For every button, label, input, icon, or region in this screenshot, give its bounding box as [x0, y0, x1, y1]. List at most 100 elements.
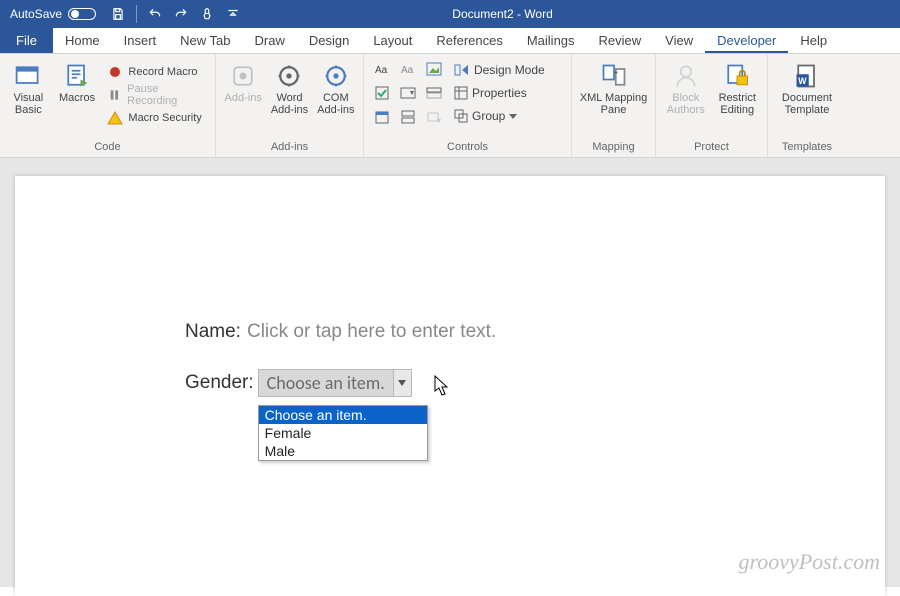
- com-addins-button[interactable]: COM Add-ins: [315, 58, 357, 116]
- properties-button[interactable]: Properties: [454, 83, 545, 103]
- combobox-control-icon[interactable]: [396, 82, 420, 104]
- picture-control-icon[interactable]: [422, 58, 446, 80]
- block-authors-button: Block Authors: [662, 58, 710, 116]
- pause-icon: [107, 87, 122, 103]
- group-addins-label: Add-ins: [222, 138, 357, 157]
- toggle-switch[interactable]: [68, 8, 96, 20]
- tab-help[interactable]: Help: [788, 28, 839, 53]
- group-code: Visual Basic Macros Record Macro Pause R…: [0, 54, 216, 157]
- macro-security-button[interactable]: Macro Security: [103, 108, 209, 128]
- chevron-down-icon: [509, 112, 517, 120]
- title-bar: AutoSave Document2 - Word: [0, 0, 900, 28]
- ribbon: Visual Basic Macros Record Macro Pause R…: [0, 54, 900, 158]
- name-label: Name:: [185, 321, 241, 343]
- group-controls: Aa Aa Design Mode Properties: [364, 54, 572, 157]
- group-controls-label: Controls: [370, 138, 565, 157]
- record-icon: [107, 64, 123, 80]
- group-addins: Add-ins Word Add-ins COM Add-ins Add-ins: [216, 54, 364, 157]
- quick-access-toolbar: [106, 3, 245, 25]
- watermark: groovyPost.com: [738, 549, 880, 575]
- legacy-tools-icon[interactable]: [422, 106, 446, 128]
- tab-home[interactable]: Home: [53, 28, 112, 53]
- visual-basic-label: Visual Basic: [6, 92, 51, 116]
- ribbon-tabs: File Home Insert New Tab Draw Design Lay…: [0, 28, 900, 54]
- properties-icon: [454, 86, 468, 100]
- word-addins-button[interactable]: Word Add-ins: [268, 58, 310, 116]
- gender-label: Gender:: [185, 372, 254, 394]
- tab-review[interactable]: Review: [587, 28, 654, 53]
- group-mapping: XML Mapping Pane Mapping: [572, 54, 656, 157]
- dropdown-control-icon[interactable]: [422, 82, 446, 104]
- tab-developer[interactable]: Developer: [705, 28, 788, 53]
- toggle-knob: [71, 10, 79, 18]
- repeating-control-icon[interactable]: [396, 106, 420, 128]
- macros-icon: [63, 62, 91, 90]
- tab-draw[interactable]: Draw: [243, 28, 297, 53]
- group-protect-label: Protect: [662, 138, 761, 157]
- tab-file[interactable]: File: [0, 28, 53, 53]
- gender-dropdown-list[interactable]: Choose an item. Female Male: [258, 405, 428, 461]
- name-field-row: Name: Click or tap here to enter text.: [185, 321, 885, 343]
- addins-icon: [229, 62, 257, 90]
- tab-mailings[interactable]: Mailings: [515, 28, 587, 53]
- redo-icon[interactable]: [169, 3, 193, 25]
- restrict-editing-icon: [723, 62, 751, 90]
- richtext-control-icon[interactable]: Aa: [370, 58, 394, 80]
- document-template-button[interactable]: W Document Template: [774, 58, 840, 116]
- word-addins-icon: [275, 62, 303, 90]
- tab-newtab[interactable]: New Tab: [168, 28, 242, 53]
- undo-icon[interactable]: [143, 3, 167, 25]
- design-mode-icon: [454, 63, 470, 77]
- autosave-label: AutoSave: [10, 7, 62, 21]
- chevron-down-icon: [398, 379, 406, 387]
- dropdown-option[interactable]: Choose an item.: [259, 406, 427, 424]
- xml-mapping-icon: [600, 62, 628, 90]
- pause-recording-button: Pause Recording: [103, 85, 209, 105]
- svg-text:Aa: Aa: [375, 65, 388, 76]
- warning-icon: [107, 110, 123, 126]
- svg-text:W: W: [798, 76, 807, 86]
- dropdown-option[interactable]: Female: [259, 424, 427, 442]
- record-macro-button[interactable]: Record Macro: [103, 62, 209, 82]
- design-mode-toggle[interactable]: Design Mode: [454, 60, 545, 80]
- tab-design[interactable]: Design: [297, 28, 361, 53]
- autosave-toggle[interactable]: AutoSave: [0, 7, 106, 21]
- xml-mapping-button[interactable]: XML Mapping Pane: [578, 58, 649, 116]
- document-template-icon: W: [793, 62, 821, 90]
- com-addins-icon: [322, 62, 350, 90]
- tab-layout[interactable]: Layout: [361, 28, 424, 53]
- date-control-icon[interactable]: [370, 106, 394, 128]
- save-icon[interactable]: [106, 3, 130, 25]
- gender-field-row: Gender: Choose an item. Choose an item. …: [185, 369, 885, 397]
- block-authors-icon: [672, 62, 700, 90]
- plaintext-control-icon[interactable]: Aa: [396, 58, 420, 80]
- gender-combobox[interactable]: Choose an item.: [258, 369, 412, 397]
- svg-text:Aa: Aa: [401, 65, 414, 76]
- group-code-label: Code: [6, 138, 209, 157]
- combobox-dropdown-button[interactable]: [393, 370, 411, 396]
- macros-label: Macros: [59, 92, 95, 104]
- checkbox-control-icon[interactable]: [370, 82, 394, 104]
- group-templates-label: Templates: [774, 138, 840, 157]
- name-placeholder[interactable]: Click or tap here to enter text.: [247, 321, 496, 343]
- tab-insert[interactable]: Insert: [112, 28, 169, 53]
- tab-references[interactable]: References: [424, 28, 514, 53]
- document-page[interactable]: Name: Click or tap here to enter text. G…: [15, 176, 885, 596]
- group-button[interactable]: Group: [454, 106, 545, 126]
- macros-button[interactable]: Macros: [55, 58, 100, 104]
- visual-basic-button[interactable]: Visual Basic: [6, 58, 51, 116]
- restrict-editing-button[interactable]: Restrict Editing: [714, 58, 762, 116]
- visual-basic-icon: [14, 62, 42, 90]
- tab-view[interactable]: View: [653, 28, 705, 53]
- group-icon: [454, 109, 468, 123]
- group-templates: W Document Template Templates: [768, 54, 846, 157]
- dropdown-option[interactable]: Male: [259, 442, 427, 460]
- gender-selected-value: Choose an item.: [259, 372, 393, 394]
- controls-palette: Aa Aa: [370, 58, 446, 128]
- addins-button: Add-ins: [222, 58, 264, 104]
- group-protect: Block Authors Restrict Editing Protect: [656, 54, 768, 157]
- group-mapping-label: Mapping: [578, 138, 649, 157]
- document-title: Document2 - Word: [245, 7, 900, 21]
- touch-mode-icon[interactable]: [195, 3, 219, 25]
- qat-customize-icon[interactable]: [221, 3, 245, 25]
